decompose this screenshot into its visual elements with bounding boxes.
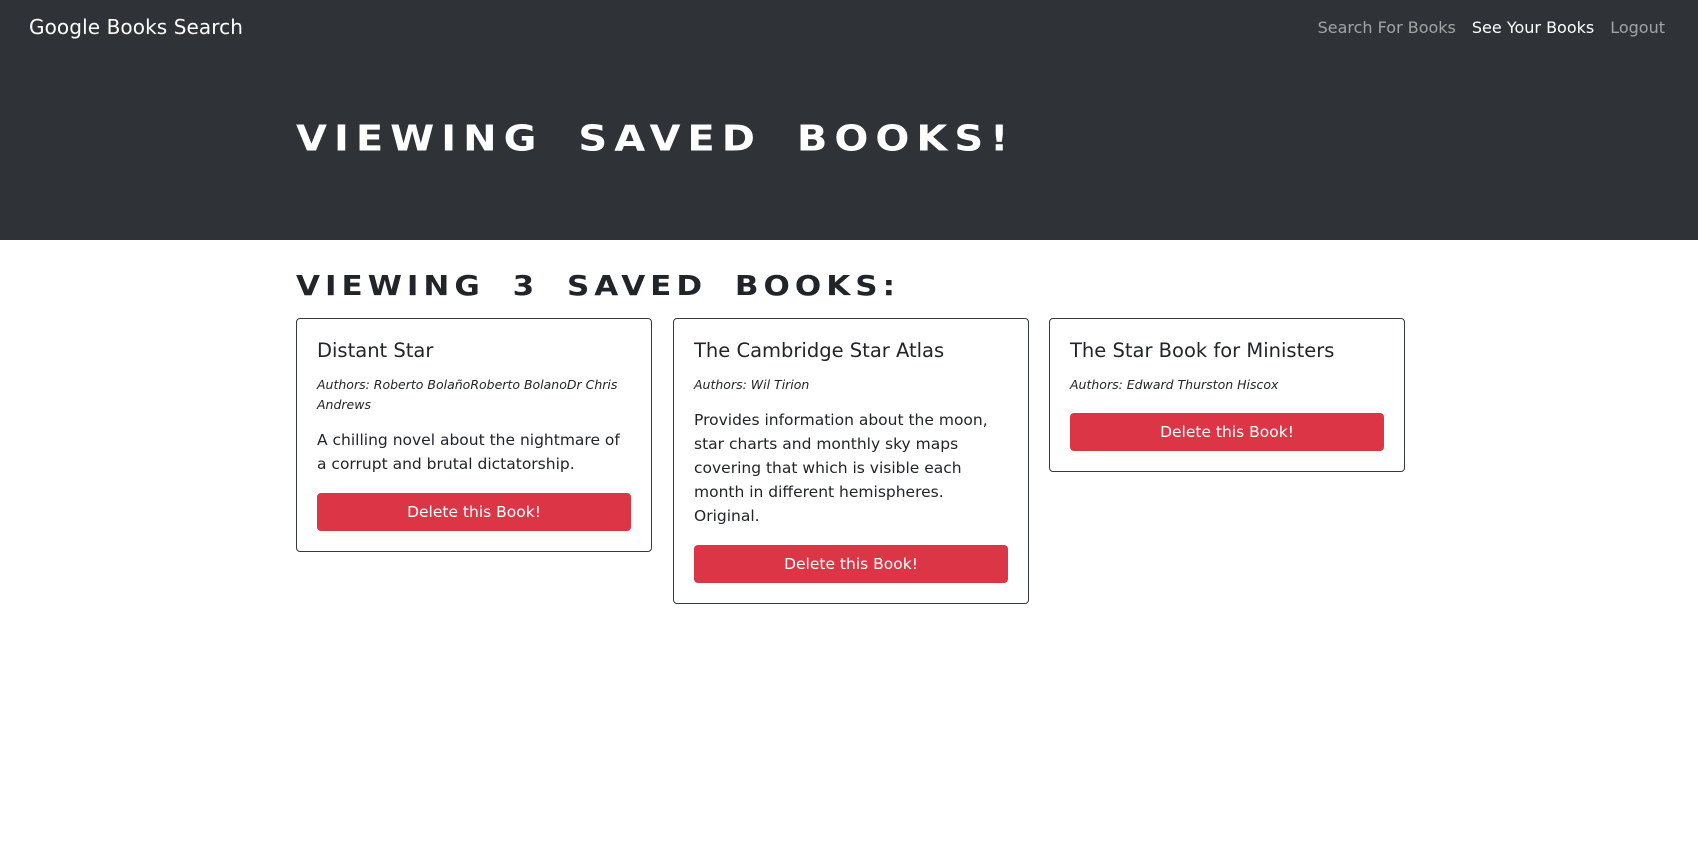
book-title: The Star Book for Ministers bbox=[1070, 339, 1335, 362]
book-authors: Authors: Roberto BolañoRoberto BolanoDr … bbox=[317, 377, 618, 413]
book-authors: Authors: Wil Tirion bbox=[694, 377, 810, 393]
nav-link-saved-books[interactable]: See Your Books bbox=[1472, 18, 1594, 37]
navbar: Google Books Search Search For Books See… bbox=[0, 0, 1698, 56]
book-card: Distant Star Authors: Roberto BolañoRobe… bbox=[296, 318, 652, 553]
delete-book-button[interactable]: Delete this Book! bbox=[1070, 413, 1384, 452]
book-card: The Star Book for Ministers Authors: Edw… bbox=[1049, 318, 1405, 473]
book-description: A chilling novel about the nightmare of … bbox=[317, 431, 620, 474]
header-jumbotron: Google Books Search Search For Books See… bbox=[0, 0, 1698, 240]
nav-links: Search For Books See Your Books Logout bbox=[1302, 18, 1665, 37]
book-card: The Cambridge Star Atlas Authors: Wil Ti… bbox=[673, 318, 1029, 605]
delete-book-button[interactable]: Delete this Book! bbox=[694, 545, 1008, 584]
book-title: The Cambridge Star Atlas bbox=[694, 339, 945, 362]
nav-link-search[interactable]: Search For Books bbox=[1318, 18, 1456, 37]
saved-books-heading: Viewing 3 saved books: bbox=[296, 270, 900, 303]
book-description: Provides information about the moon, sta… bbox=[694, 411, 988, 526]
book-title: Distant Star bbox=[317, 339, 434, 362]
brand-link[interactable]: Google Books Search bbox=[29, 15, 243, 39]
book-authors: Authors: Edward Thurston Hiscox bbox=[1070, 377, 1279, 393]
delete-book-button[interactable]: Delete this Book! bbox=[317, 493, 631, 532]
page-title: Viewing saved books! bbox=[296, 118, 1016, 160]
nav-link-logout[interactable]: Logout bbox=[1610, 18, 1665, 37]
